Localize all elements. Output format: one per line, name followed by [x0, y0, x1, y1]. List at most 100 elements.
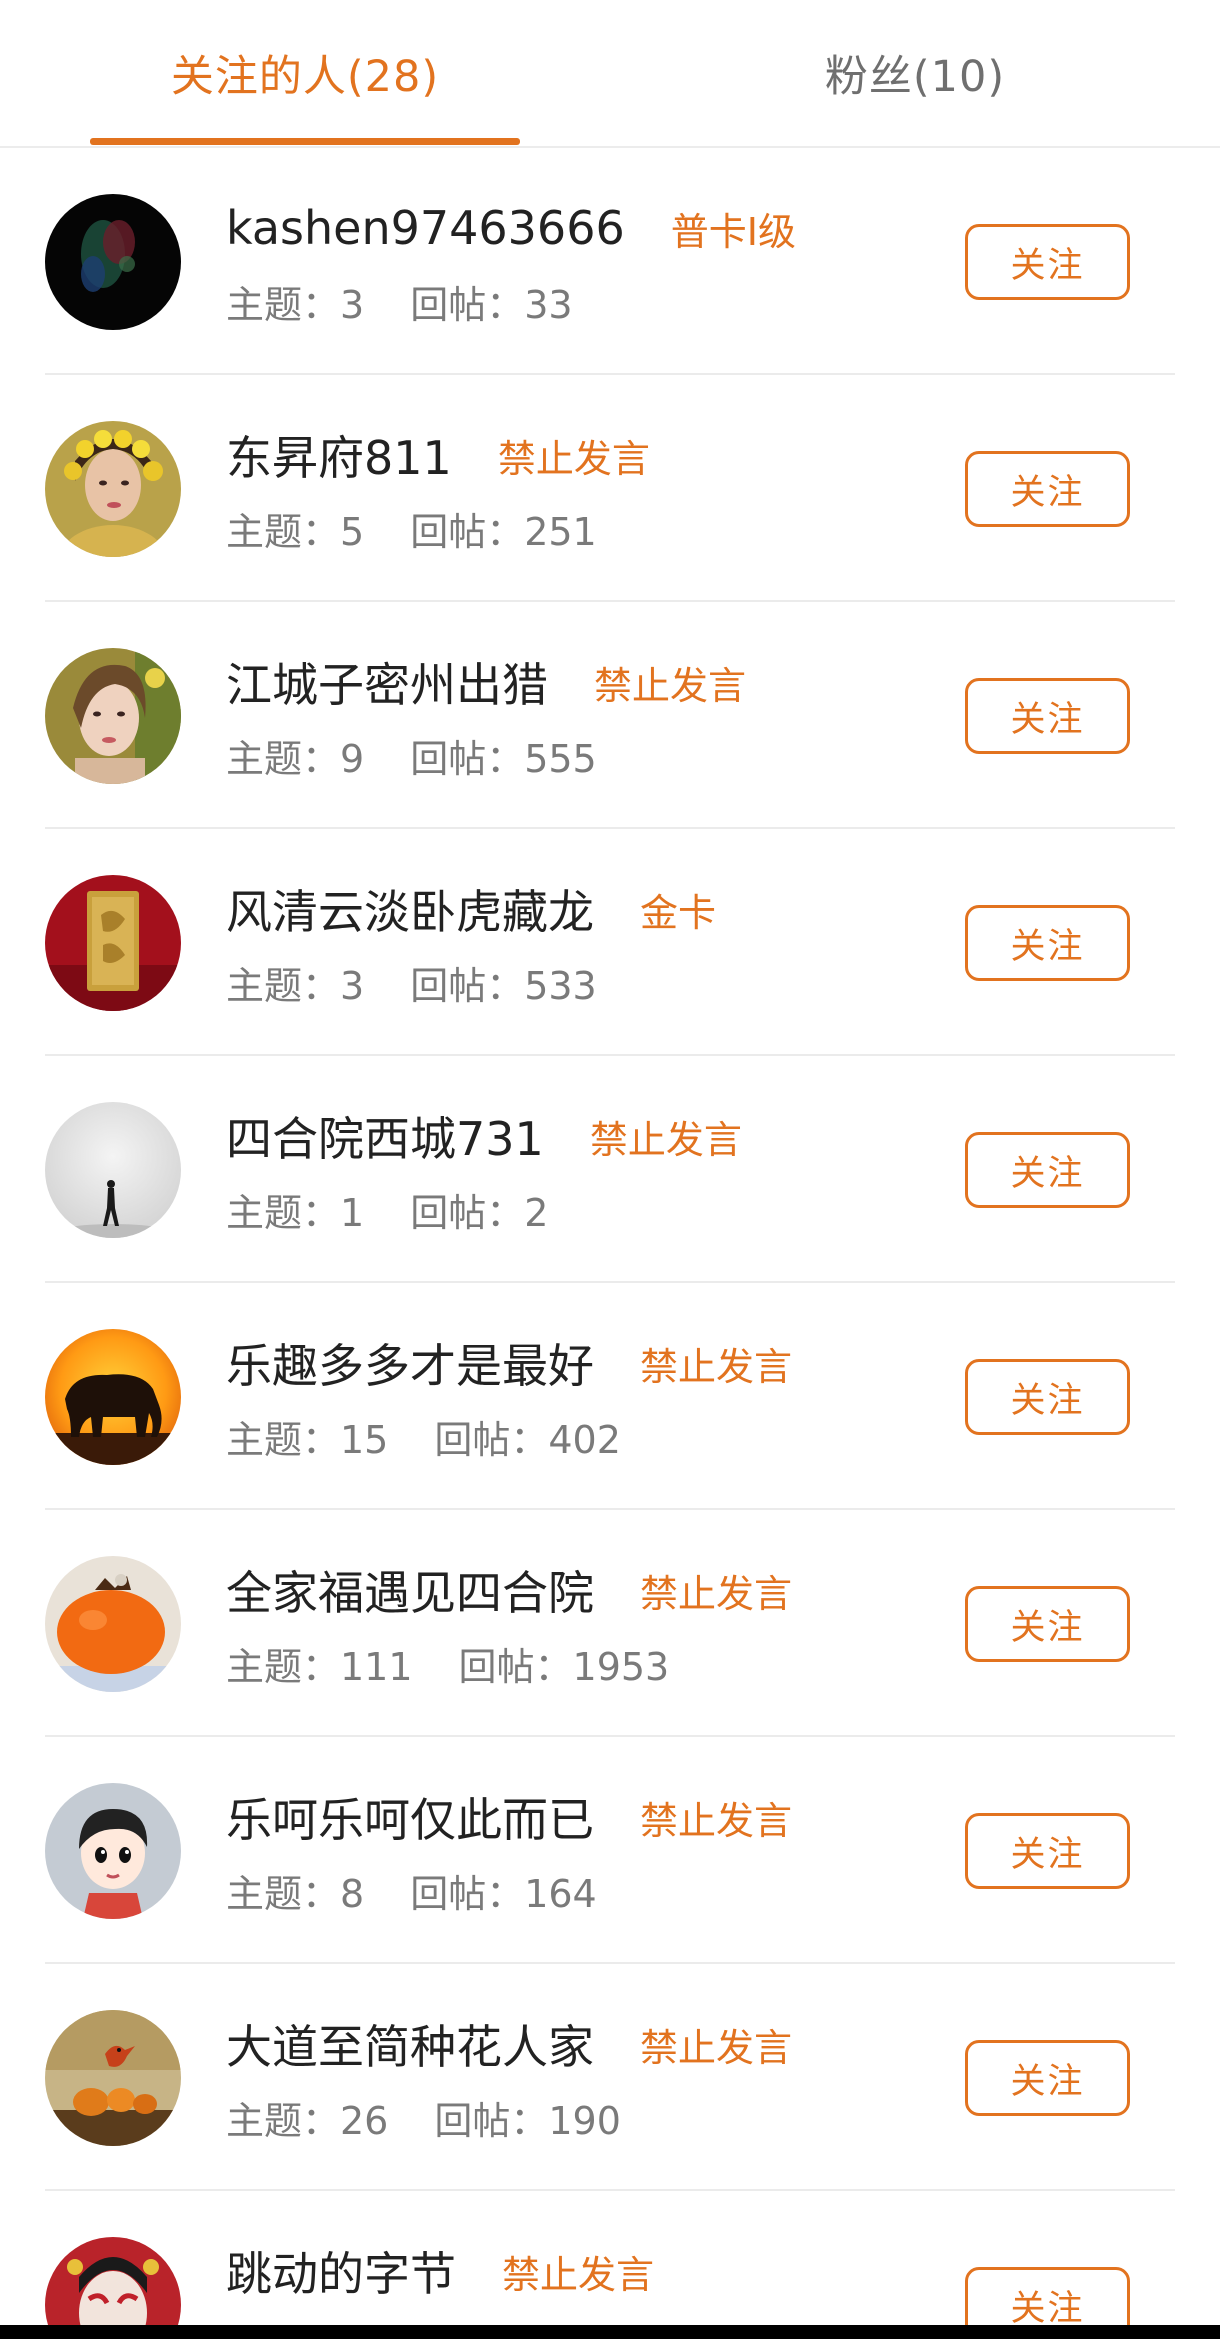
opera-mask-avatar — [45, 2237, 181, 2339]
username[interactable]: 乐趣多多才是最好 — [226, 1330, 594, 1396]
reply-count: 回帖：2 — [410, 1190, 549, 1235]
user-level-badge: 普卡I级 — [670, 209, 796, 254]
user-stats: 主题：111 回帖：1953 — [226, 1638, 669, 1689]
avatar[interactable] — [45, 1783, 181, 1919]
avatar[interactable] — [45, 2010, 181, 2146]
name-line: 江城子密州出猎 禁止发言 — [226, 652, 746, 712]
tab-fans[interactable]: 粉丝(10) — [610, 0, 1220, 146]
topic-count: 主题：8 — [226, 1871, 365, 1916]
user-status-badge: 禁止发言 — [502, 2252, 655, 2297]
user-status-badge: 禁止发言 — [640, 1344, 793, 1389]
username[interactable]: 江城子密州出猎 — [226, 649, 548, 715]
topic-count: 主题：15 — [226, 1417, 389, 1462]
user-stats: 主题：9 回帖：555 — [226, 730, 597, 781]
name-line: 乐呵乐呵仅此而已 禁止发言 — [226, 1787, 792, 1847]
bottom-edge-bar — [0, 2325, 1220, 2339]
follow-button[interactable]: 关注 — [965, 2040, 1130, 2116]
following-page: 关注的人(28) 粉丝(10) kashen97463666 普卡I级 主题：3 — [0, 0, 1220, 2339]
list-item[interactable]: 东昇府811 禁止发言 主题：5 回帖：251 关注 — [0, 375, 1220, 602]
list-item[interactable]: 跳动的字节 禁止发言 关注 — [0, 2191, 1220, 2339]
reply-count: 回帖：251 — [410, 509, 597, 554]
list-item[interactable]: 江城子密州出猎 禁止发言 主题：9 回帖：555 关注 — [0, 602, 1220, 829]
user-status-badge: 禁止发言 — [640, 1571, 793, 1616]
topic-count: 主题：1 — [226, 1190, 365, 1235]
follow-button[interactable]: 关注 — [965, 1359, 1130, 1435]
reply-count: 回帖：33 — [410, 282, 573, 327]
user-status-badge: 禁止发言 — [497, 436, 650, 481]
follow-button[interactable]: 关注 — [965, 678, 1130, 754]
avatar[interactable] — [45, 1102, 181, 1238]
cartoon-boy-avatar — [45, 1783, 181, 1919]
user-status-badge: 禁止发言 — [594, 663, 747, 708]
avatar[interactable] — [45, 875, 181, 1011]
username[interactable]: 乐呵乐呵仅此而已 — [226, 1784, 594, 1850]
dark-abstract-avatar — [45, 194, 181, 330]
follow-button[interactable]: 关注 — [965, 905, 1130, 981]
user-stats: 主题：8 回帖：164 — [226, 1865, 597, 1916]
elephant-sunset-avatar — [45, 1329, 181, 1465]
user-status-badge: 禁止发言 — [640, 2025, 793, 2070]
avatar[interactable] — [45, 1556, 181, 1692]
reply-count: 回帖：164 — [410, 1871, 597, 1916]
woman-portrait-avatar — [45, 648, 181, 784]
follow-button[interactable]: 关注 — [965, 1586, 1130, 1662]
reply-count: 回帖：555 — [410, 736, 597, 781]
following-list: kashen97463666 普卡I级 主题：3 回帖：33 关注 东昇府811… — [0, 148, 1220, 2339]
topic-count: 主题：9 — [226, 736, 365, 781]
name-line: 东昇府811 禁止发言 — [226, 425, 650, 485]
username[interactable]: 大道至简种花人家 — [226, 2011, 594, 2077]
avatar[interactable] — [45, 421, 181, 557]
avatar[interactable] — [45, 648, 181, 784]
list-item[interactable]: 全家福遇见四合院 禁止发言 主题：111 回帖：1953 关注 — [0, 1510, 1220, 1737]
follow-button[interactable]: 关注 — [965, 1132, 1130, 1208]
username[interactable]: 全家福遇见四合院 — [226, 1557, 594, 1623]
reply-count: 回帖：533 — [410, 963, 597, 1008]
list-item[interactable]: 大道至简种花人家 禁止发言 主题：26 回帖：190 关注 — [0, 1964, 1220, 2191]
follow-button[interactable]: 关注 — [965, 451, 1130, 527]
avatar[interactable] — [45, 194, 181, 330]
list-item[interactable]: 乐趣多多才是最好 禁止发言 主题：15 回帖：402 关注 — [0, 1283, 1220, 1510]
name-line: kashen97463666 普卡I级 — [226, 198, 796, 258]
user-stats: 主题：1 回帖：2 — [226, 1184, 549, 1235]
topic-count: 主题：3 — [226, 282, 365, 327]
user-status-badge: 禁止发言 — [640, 1798, 793, 1843]
name-line: 风清云淡卧虎藏龙 金卡 — [226, 879, 716, 939]
username[interactable]: kashen97463666 — [226, 201, 625, 255]
active-tab-indicator — [90, 138, 520, 145]
name-line: 乐趣多多才是最好 禁止发言 — [226, 1333, 792, 1393]
persimmon-avatar — [45, 1556, 181, 1692]
list-item[interactable]: 四合院西城731 禁止发言 主题：1 回帖：2 关注 — [0, 1056, 1220, 1283]
username[interactable]: 四合院西城731 — [226, 1103, 544, 1169]
username[interactable]: 东昇府811 — [226, 422, 452, 488]
list-item[interactable]: 乐呵乐呵仅此而已 禁止发言 主题：8 回帖：164 关注 — [0, 1737, 1220, 1964]
tab-bar: 关注的人(28) 粉丝(10) — [0, 0, 1220, 148]
topic-count: 主题：5 — [226, 509, 365, 554]
list-item[interactable]: 风清云淡卧虎藏龙 金卡 主题：3 回帖：533 关注 — [0, 829, 1220, 1056]
user-stats: 主题：5 回帖：251 — [226, 503, 597, 554]
topic-count: 主题：26 — [226, 2098, 389, 2143]
reply-count: 回帖：402 — [434, 1417, 621, 1462]
user-stats: 主题：15 回帖：402 — [226, 1411, 621, 1462]
user-status-badge: 禁止发言 — [589, 1117, 742, 1162]
follow-button[interactable]: 关注 — [965, 224, 1130, 300]
user-stats: 主题：26 回帖：190 — [226, 2092, 621, 2143]
user-stats: 主题：3 回帖：533 — [226, 957, 597, 1008]
user-stats: 主题：3 回帖：33 — [226, 276, 573, 327]
user-level-badge: 金卡 — [640, 890, 717, 935]
name-line: 全家福遇见四合院 禁止发言 — [226, 1560, 792, 1620]
topic-count: 主题：111 — [226, 1644, 413, 1689]
list-item[interactable]: kashen97463666 普卡I级 主题：3 回帖：33 关注 — [0, 148, 1220, 375]
name-line: 四合院西城731 禁止发言 — [226, 1106, 742, 1166]
pumpkins-bird-avatar — [45, 2010, 181, 2146]
avatar[interactable] — [45, 2237, 181, 2339]
woman-flower-crown-avatar — [45, 421, 181, 557]
avatar[interactable] — [45, 1329, 181, 1465]
name-line: 大道至简种花人家 禁止发言 — [226, 2014, 792, 2074]
username[interactable]: 跳动的字节 — [226, 2238, 456, 2304]
reply-count: 回帖：190 — [434, 2098, 621, 2143]
name-line: 跳动的字节 禁止发言 — [226, 2241, 654, 2301]
tab-following[interactable]: 关注的人(28) — [0, 0, 610, 146]
follow-button[interactable]: 关注 — [965, 1813, 1130, 1889]
topic-count: 主题：3 — [226, 963, 365, 1008]
username[interactable]: 风清云淡卧虎藏龙 — [226, 876, 594, 942]
